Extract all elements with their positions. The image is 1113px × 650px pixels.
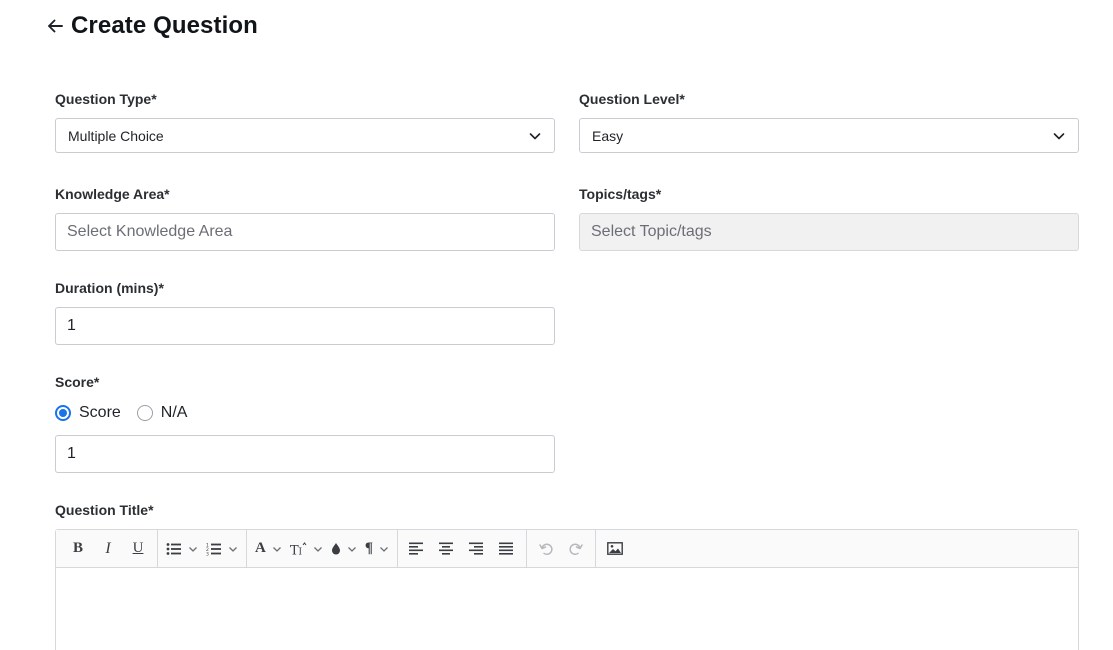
font-icon: A (255, 540, 266, 556)
font-size-button[interactable]: TI (286, 534, 327, 564)
toolbar-group-format: B I U (59, 529, 158, 568)
chevron-down-icon (313, 546, 322, 552)
align-justify-icon[interactable] (492, 534, 522, 564)
question-level-label: Question Level* (579, 91, 685, 107)
toolbar-group-history (527, 529, 596, 568)
score-radio-score[interactable]: Score (55, 404, 121, 422)
knowledge-area-input[interactable] (55, 213, 555, 251)
toolbar-group-lists: 123 (158, 529, 247, 568)
color-drop-icon (331, 543, 340, 555)
score-radio-group: Score N/A (55, 403, 203, 423)
editor-content-area[interactable] (56, 568, 1078, 650)
align-left-icon[interactable] (402, 534, 432, 564)
topics-tags-label: Topics/tags* (579, 186, 662, 202)
score-input[interactable] (55, 435, 555, 473)
image-icon[interactable] (600, 534, 630, 564)
score-radio-na-label: N/A (160, 404, 188, 421)
chevron-down-icon (379, 546, 388, 552)
score-radio-score-label: Score (79, 404, 121, 421)
radio-unchecked-icon[interactable] (136, 405, 153, 421)
chevron-down-icon (347, 546, 356, 552)
numbered-list-icon: 123 (206, 542, 221, 556)
question-type-label: Question Type* (55, 91, 157, 107)
chevron-down-icon (229, 546, 237, 552)
question-level-select[interactable]: Easy (579, 118, 1079, 153)
radio-checked-icon[interactable] (55, 405, 71, 421)
page-header: Create Question (44, 10, 258, 42)
question-level-value: Easy (592, 127, 624, 144)
italic-icon[interactable]: I (93, 534, 123, 564)
topics-tags-input[interactable] (579, 213, 1079, 251)
font-size-icon: TI (290, 541, 307, 556)
align-right-icon[interactable] (462, 534, 492, 564)
bullet-list-icon (166, 542, 181, 555)
numbered-list-button[interactable]: 123 (202, 534, 242, 564)
question-title-editor: B I U 123 A TI ¶ (55, 529, 1079, 650)
chevron-down-icon (189, 546, 197, 552)
redo-icon[interactable] (561, 534, 591, 564)
toolbar-group-typography: A TI ¶ (247, 529, 398, 568)
editor-toolbar: B I U 123 A TI ¶ (56, 529, 1078, 568)
bold-icon[interactable]: B (63, 534, 93, 564)
score-label: Score* (55, 374, 100, 390)
page-title: Create Question (71, 12, 258, 39)
chevron-down-icon (529, 133, 541, 140)
question-type-select[interactable]: Multiple Choice (55, 118, 555, 153)
toolbar-group-media (596, 530, 634, 568)
toolbar-group-align (398, 529, 527, 568)
question-title-label: Question Title* (55, 502, 154, 518)
question-type-value: Multiple Choice (68, 127, 164, 144)
paragraph-icon: ¶ (364, 540, 373, 556)
chevron-down-icon (272, 546, 281, 552)
align-center-icon[interactable] (432, 534, 462, 564)
color-button[interactable] (327, 534, 361, 564)
font-button[interactable]: A (251, 534, 286, 564)
duration-label: Duration (mins)* (55, 280, 164, 296)
svg-text:3: 3 (206, 551, 209, 556)
score-radio-na[interactable]: N/A (136, 404, 188, 422)
duration-input[interactable] (55, 307, 555, 345)
knowledge-area-label: Knowledge Area* (55, 186, 170, 202)
undo-icon[interactable] (531, 534, 561, 564)
bullet-list-button[interactable] (162, 534, 202, 564)
svg-text:I: I (298, 547, 302, 556)
underline-icon[interactable]: U (123, 534, 153, 564)
paragraph-button[interactable]: ¶ (361, 534, 393, 564)
chevron-down-icon (1053, 133, 1065, 140)
arrow-left-icon[interactable] (44, 15, 66, 37)
